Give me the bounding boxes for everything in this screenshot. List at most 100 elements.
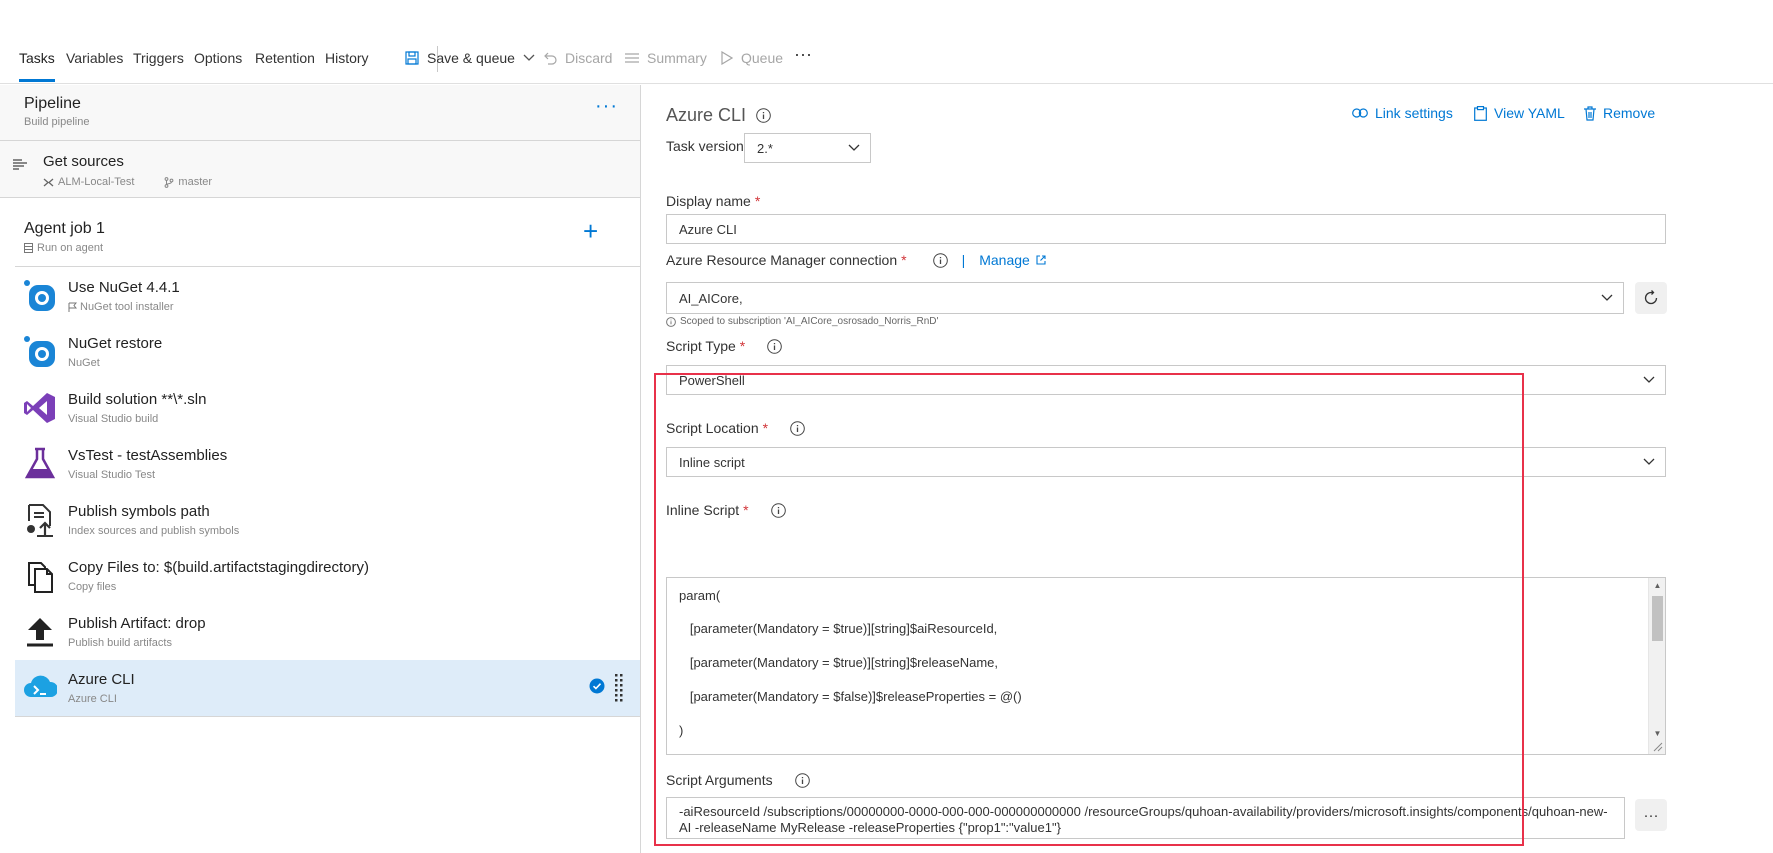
arm-connection-label-text: Azure Resource Manager connection — [666, 252, 898, 268]
info-icon[interactable] — [756, 108, 771, 123]
script-arguments-label-text: Script Arguments — [666, 772, 773, 788]
more-actions-button[interactable]: ··· — [794, 44, 812, 65]
script-arguments-more-button[interactable]: ··· — [1635, 799, 1667, 831]
tab-variables[interactable]: Variables — [66, 50, 123, 66]
scroll-down-arrow[interactable]: ▼ — [1652, 728, 1663, 740]
branch-name: master — [178, 176, 213, 188]
play-icon — [721, 51, 733, 65]
task-subtitle: Index sources and publish symbols — [68, 525, 240, 537]
discard-label: Discard — [565, 50, 613, 66]
tab-history[interactable]: History — [325, 50, 369, 66]
pipeline-pane: Pipeline Build pipeline ··· Get sources … — [0, 85, 640, 853]
remove-label: Remove — [1603, 105, 1656, 121]
inline-script-textarea[interactable]: param( [parameter(Mandatory = $true)][st… — [666, 577, 1666, 755]
pipeline-subtitle: Build pipeline — [24, 116, 90, 128]
upload-icon — [27, 618, 53, 647]
tab-triggers[interactable]: Triggers — [133, 50, 184, 66]
task-subtitle-text: NuGet tool installer — [80, 301, 174, 313]
view-yaml-button[interactable]: View YAML — [1474, 105, 1565, 121]
discard-button[interactable]: Discard — [543, 50, 612, 66]
divider — [0, 197, 640, 198]
info-icon[interactable] — [932, 252, 948, 268]
task-item[interactable]: Use NuGet 4.4.1 NuGet tool installer — [15, 268, 640, 324]
script-location-label: Script Location * — [666, 420, 805, 436]
task-title: Copy Files to: $(build.artifactstagingdi… — [68, 559, 369, 576]
script-type-select[interactable]: PowerShell — [666, 365, 1666, 395]
chevron-down-icon — [848, 144, 860, 151]
view-yaml-label: View YAML — [1494, 105, 1565, 121]
visual-studio-icon — [24, 393, 55, 423]
task-subtitle: Visual Studio Test — [68, 469, 156, 481]
tab-tasks[interactable]: Tasks — [19, 50, 55, 82]
arm-connection-select[interactable]: AI_AICore, — [666, 282, 1624, 314]
copy-files-icon — [28, 562, 53, 593]
get-sources-title: Get sources — [43, 153, 124, 170]
inline-script-label: Inline Script * — [666, 502, 786, 518]
task-subtitle: Azure CLI — [68, 693, 117, 705]
task-subtitle: NuGet tool installer — [68, 301, 174, 313]
info-icon[interactable] — [790, 420, 805, 436]
script-location-select[interactable]: Inline script — [666, 447, 1666, 477]
required-marker: * — [901, 252, 907, 268]
task-item[interactable]: Build solution **\*.sln Visual Studio bu… — [15, 380, 640, 436]
pipeline-more-button[interactable]: ··· — [595, 95, 618, 118]
required-marker: * — [743, 502, 749, 518]
task-title: Azure CLI — [68, 671, 135, 688]
script-line: [parameter(Mandatory = $true)][string]$a… — [679, 621, 998, 636]
get-sources-item[interactable]: Get sources ALM-Local-Test master — [0, 141, 640, 197]
arm-connection-value: AI_AICore, — [679, 290, 743, 306]
script-arguments-input[interactable]: -aiResourceId /subscriptions/00000000-00… — [666, 797, 1625, 839]
info-icon[interactable] — [794, 772, 810, 788]
agent-job-item[interactable]: Agent job 1 Run on agent + — [15, 210, 640, 266]
scroll-up-arrow[interactable]: ▲ — [1652, 580, 1663, 592]
tab-options[interactable]: Options — [194, 50, 242, 66]
required-marker: * — [754, 193, 761, 209]
summary-button[interactable]: Summary — [625, 50, 707, 66]
script-scrollbar[interactable]: ▲ ▼ — [1648, 578, 1665, 754]
task-subtitle: Copy files — [68, 581, 117, 593]
save-queue-button[interactable]: Save & queue — [405, 50, 535, 66]
repo-icon — [43, 178, 54, 186]
link-settings-button[interactable]: Link settings — [1352, 105, 1453, 121]
remove-button[interactable]: Remove — [1584, 105, 1655, 121]
publish-symbols-icon — [27, 504, 53, 537]
divider — [15, 266, 640, 267]
resize-handle-icon[interactable] — [1653, 742, 1663, 752]
nuget-icon — [24, 280, 55, 311]
task-item[interactable]: NuGet restore NuGet — [15, 324, 640, 380]
add-task-button[interactable]: + — [583, 218, 598, 244]
manage-link[interactable]: Manage — [979, 252, 1046, 268]
task-item[interactable]: Publish symbols path Index sources and p… — [15, 492, 640, 548]
queue-button[interactable]: Queue — [721, 50, 783, 66]
flag-icon — [68, 302, 77, 312]
pipeline-header[interactable] — [0, 85, 640, 140]
script-arguments-label: Script Arguments — [666, 772, 810, 788]
server-icon — [24, 243, 33, 253]
summary-label: Summary — [647, 50, 707, 66]
task-title: Use NuGet 4.4.1 — [68, 279, 180, 296]
drag-handle-icon[interactable] — [615, 674, 623, 702]
link-icon — [1352, 108, 1368, 118]
repo-name: ALM-Local-Test — [58, 176, 135, 188]
agent-job-title: Agent job 1 — [24, 220, 105, 237]
task-item[interactable]: Publish Artifact: drop Publish build art… — [15, 604, 640, 660]
task-title: Build solution **\*.sln — [68, 391, 207, 408]
task-item[interactable]: Copy Files to: $(build.artifactstagingdi… — [15, 548, 640, 604]
save-icon — [405, 51, 419, 65]
chevron-down-icon — [1643, 458, 1655, 465]
scroll-thumb[interactable] — [1652, 596, 1663, 641]
task-item-selected[interactable]: Azure CLI Azure CLI — [15, 660, 640, 716]
task-version-select[interactable]: 2.* — [744, 133, 871, 163]
script-type-label: Script Type * — [666, 338, 783, 354]
task-item[interactable]: VsTest - testAssemblies Visual Studio Te… — [15, 436, 640, 492]
external-link-icon — [1036, 255, 1046, 265]
tab-retention[interactable]: Retention — [255, 50, 315, 66]
info-icon[interactable] — [770, 502, 786, 518]
info-icon[interactable] — [767, 338, 783, 354]
arm-connection-label: Azure Resource Manager connection * | Man… — [666, 252, 1046, 268]
display-name-input[interactable]: Azure CLI — [666, 214, 1666, 244]
script-line: [parameter(Mandatory = $true)][string]$r… — [679, 655, 999, 670]
display-name-label-text: Display name — [666, 193, 751, 209]
refresh-button[interactable] — [1635, 282, 1667, 314]
task-version-label: Task version — [666, 138, 744, 154]
